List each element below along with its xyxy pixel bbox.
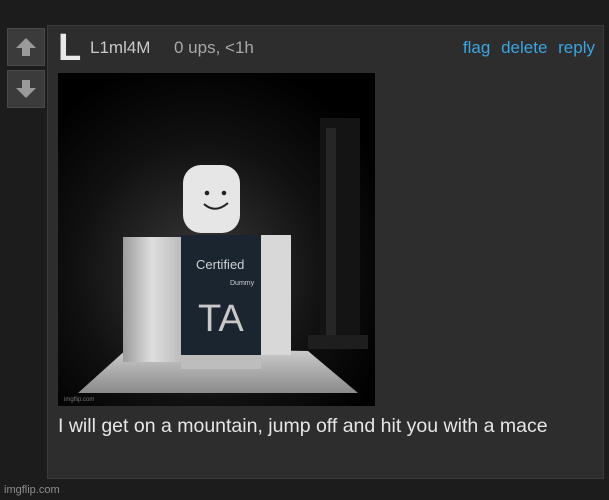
flag-link[interactable]: flag	[463, 38, 490, 57]
shirt-text-certified: Certified	[196, 257, 244, 272]
comment-meta: 0 ups, <1h	[174, 38, 254, 57]
dummy-right-arm	[261, 235, 291, 355]
arrow-down-icon	[16, 80, 36, 98]
meme-inner-watermark: imgflip.com	[64, 397, 94, 403]
arrow-up-icon	[16, 38, 36, 56]
user-avatar[interactable]: L	[58, 28, 81, 68]
meme-illustration: Certified Dummy TA imgflip.com	[58, 73, 375, 406]
delete-link[interactable]: delete	[501, 38, 547, 57]
dummy-head	[183, 165, 240, 233]
page: L L1ml4M 0 ups, <1h flag delete reply Ce…	[0, 0, 609, 500]
dummy-left-arm	[123, 237, 181, 362]
reply-link[interactable]: reply	[558, 38, 595, 57]
downvote-button[interactable]	[7, 70, 45, 108]
meme-image[interactable]: Certified Dummy TA imgflip.com	[58, 73, 375, 406]
comment-body: I will get on a mountain, jump off and h…	[58, 415, 548, 437]
username-link[interactable]: L1ml4M	[90, 38, 150, 58]
upvote-button[interactable]	[7, 28, 45, 66]
comment-header: L L1ml4M 0 ups, <1h flag delete reply	[48, 26, 603, 70]
shirt-text-dummy: Dummy	[230, 280, 255, 287]
shirt-letters: TA	[198, 298, 244, 340]
imgflip-watermark: imgflip.com	[4, 484, 60, 496]
comment-card: L L1ml4M 0 ups, <1h flag delete reply Ce…	[47, 25, 604, 479]
vote-column	[7, 28, 47, 112]
comment-actions: flag delete reply	[457, 38, 595, 58]
